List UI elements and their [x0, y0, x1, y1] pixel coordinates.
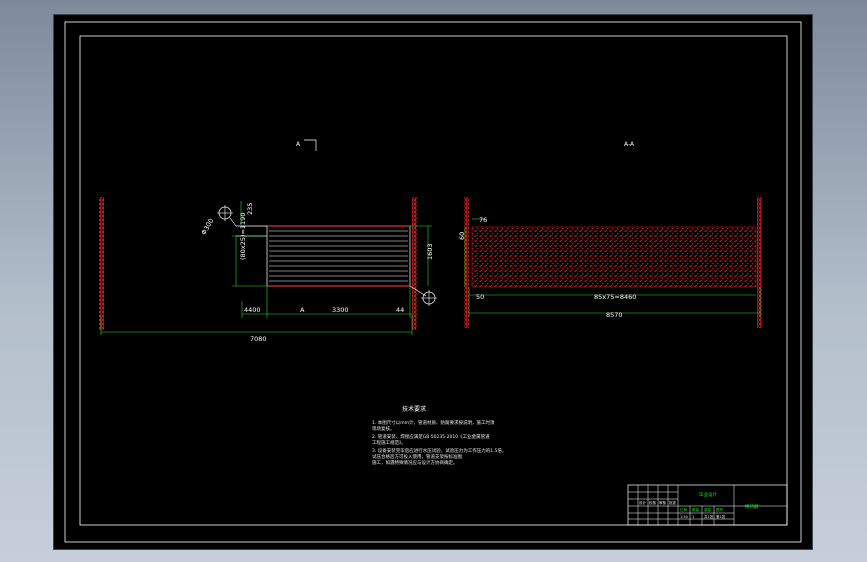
technical-notes: 技术要求 1. 本图尺寸以mm计，管道材质、防腐要求按说明，施工时须 现场复核。… — [372, 405, 506, 466]
notes-line: 现场复核。 — [372, 425, 395, 432]
title-cell: 校核 — [649, 500, 657, 505]
dim-44: 44 — [396, 306, 404, 314]
dim-a-mark: A — [300, 306, 305, 314]
dim-4400: 4400 — [244, 306, 261, 314]
left-dimension-lines — [100, 201, 432, 335]
title-cell: 比例 — [680, 507, 688, 512]
title-cell: 设计 — [639, 500, 647, 505]
dim-76: 76 — [479, 216, 487, 224]
title-block: 换热器 毕业设计 设计 校核 审核 批准 比例 数量 重量 图号 1:50 1 … — [627, 484, 788, 526]
section-arrow-left — [304, 139, 317, 151]
dim-60: 60 — [458, 232, 466, 240]
dim-diameter-top: Φ300 — [200, 217, 216, 236]
title-cell: 1 — [692, 515, 694, 519]
tube-bank — [266, 225, 411, 287]
dim-50: 50 — [476, 293, 484, 301]
view-title-left: A — [296, 141, 301, 148]
notes-heading: 技术要求 — [402, 405, 426, 413]
title-cell: 审核 — [659, 500, 667, 505]
title-stamp: 毕业设计 — [699, 491, 717, 498]
dim-235: 235 — [246, 203, 254, 215]
title-drawing-name: 换热器 — [745, 503, 759, 510]
title-cell: 批准 — [669, 500, 677, 505]
title-cell: 第1张 — [716, 514, 726, 519]
dim-7080: 7080 — [250, 335, 267, 343]
title-cell: 重量 — [704, 507, 712, 512]
left-wall-right — [412, 197, 417, 330]
notes-line: 1. 本图尺寸以mm计，管道材质、防腐要求按说明，施工时须 — [372, 419, 495, 426]
title-cell: 共1张 — [704, 514, 714, 519]
dim-8570: 8570 — [606, 311, 623, 319]
notes-line: 工程施工规范》。 — [372, 439, 406, 446]
title-cell: 图号 — [716, 507, 724, 512]
drawing-viewport[interactable]: A A-A Φ300 235 (80x25)=1190 1603 4400 A … — [54, 15, 812, 549]
notes-line: 3. 设备安装完毕后应进行水压试验，试验压力为工作压力的1.5倍， — [372, 447, 506, 454]
notes-line: 2. 管道安装、焊接应满足GB 50235-2010《工业金属管道 — [372, 433, 490, 440]
left-wall-left — [99, 197, 104, 330]
title-cell: 1:50 — [680, 515, 688, 519]
title-cell: 数量 — [692, 507, 700, 512]
dim-3300: 3300 — [332, 306, 349, 314]
tube-lines — [269, 230, 408, 282]
notes-line: 施工，如遇特殊情况应与设计方协商确定。 — [372, 459, 458, 466]
cad-drawing: A A-A Φ300 235 (80x25)=1190 1603 4400 A … — [64, 21, 802, 543]
dim-pitch-horizontal: 85x75=8460 — [594, 293, 636, 301]
dim-1603: 1603 — [426, 243, 434, 260]
tube-section-hatch — [471, 226, 757, 288]
dim-pitch-vertical: (80x25)=1190 — [239, 213, 247, 260]
right-wall-right — [757, 197, 762, 328]
notes-line: 试压合格后方可投入使用，管道支架按标准图 — [372, 453, 462, 460]
view-title-right: A-A — [624, 141, 635, 148]
